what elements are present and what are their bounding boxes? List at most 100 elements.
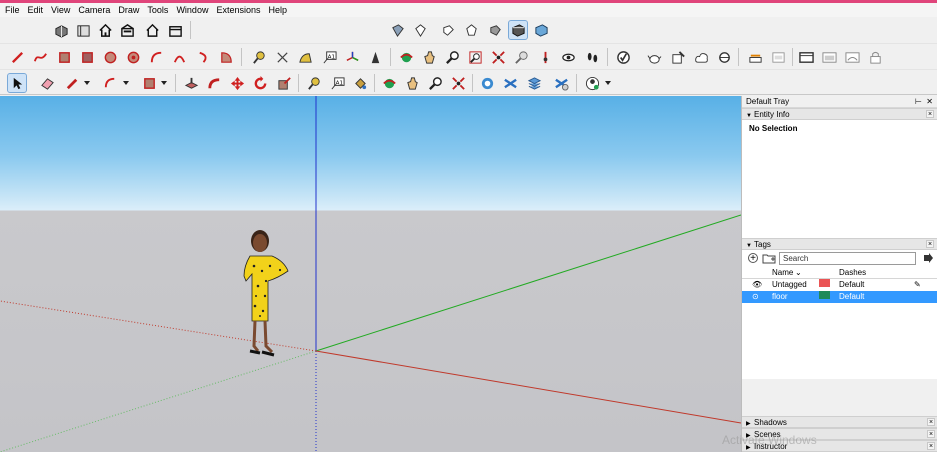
zoom-icon[interactable] [443, 48, 461, 66]
name-column-header[interactable]: Name [772, 266, 793, 279]
visibility-eye-icon[interactable]: 👁 [752, 279, 762, 291]
zoom-window-icon[interactable] [466, 48, 484, 66]
rectangle-dropdown-icon[interactable] [140, 74, 158, 92]
teapot-icon[interactable] [645, 48, 663, 66]
line-icon[interactable] [8, 48, 26, 66]
materials-icon[interactable] [525, 74, 543, 92]
protractor-icon[interactable] [296, 48, 314, 66]
footprints-icon[interactable] [583, 48, 601, 66]
person-figure[interactable] [243, 230, 289, 357]
tag-dashes[interactable]: Default [839, 279, 864, 291]
3d-text-icon[interactable] [366, 48, 384, 66]
details-arrow-icon[interactable] [923, 253, 933, 263]
rotate-icon[interactable] [251, 74, 269, 92]
tags-search-input[interactable]: Search [779, 252, 916, 265]
menu-file[interactable]: File [0, 3, 24, 17]
close-icon[interactable]: × [926, 110, 934, 118]
zoom-extents-icon[interactable] [449, 74, 467, 92]
close-icon[interactable]: × [927, 430, 935, 438]
home-icon[interactable] [96, 21, 114, 39]
lock-icon[interactable] [866, 48, 884, 66]
warehouse-icon[interactable] [478, 74, 496, 92]
menu-help[interactable]: Help [264, 3, 291, 17]
sandbox-icon[interactable] [715, 48, 733, 66]
scale-icon[interactable] [275, 74, 293, 92]
house-outline-icon[interactable] [143, 21, 161, 39]
follow-me-icon[interactable] [205, 74, 223, 92]
window-icon[interactable] [797, 48, 815, 66]
menu-tools[interactable]: Tools [143, 3, 172, 17]
zoom-icon[interactable] [426, 74, 444, 92]
layout-icon[interactable] [820, 48, 838, 66]
orbit-icon[interactable] [397, 48, 415, 66]
account-icon[interactable] [583, 74, 601, 92]
tags-header[interactable]: ▼ Tags × [742, 238, 937, 250]
dashes-column-header[interactable]: Dashes [839, 266, 866, 279]
menu-extensions[interactable]: Extensions [212, 3, 264, 17]
solid-tools-icon[interactable] [669, 48, 687, 66]
orbit-icon[interactable] [380, 74, 398, 92]
freehand-icon[interactable] [31, 48, 49, 66]
tape-measure-icon[interactable] [250, 48, 268, 66]
position-camera-icon[interactable] [512, 48, 530, 66]
add-folder-icon[interactable] [762, 253, 776, 264]
move-icon[interactable] [228, 74, 246, 92]
components-icon[interactable] [501, 74, 519, 92]
warehouse-upload-icon[interactable] [118, 21, 136, 39]
menu-draw[interactable]: Draw [114, 3, 143, 17]
menu-edit[interactable]: Edit [24, 3, 48, 17]
pin-icon[interactable]: ⊢ [915, 97, 922, 106]
model-info-icon[interactable] [614, 48, 632, 66]
menu-camera[interactable]: Camera [74, 3, 114, 17]
dimension-icon[interactable] [273, 48, 291, 66]
menu-view[interactable]: View [47, 3, 74, 17]
iso-view-icon[interactable] [388, 21, 406, 39]
pan-icon[interactable] [403, 74, 421, 92]
pan-icon[interactable] [420, 48, 438, 66]
paint-bucket-icon[interactable] [351, 74, 369, 92]
rectangle-icon[interactable] [55, 48, 73, 66]
pie-icon[interactable] [217, 48, 235, 66]
sort-caret-icon[interactable]: ⌄ [795, 266, 802, 279]
close-icon[interactable]: × [927, 442, 935, 450]
tag-row-floor[interactable]: ⊙ floor Default [742, 291, 937, 303]
three-point-arc-icon[interactable] [194, 48, 212, 66]
styles-icon[interactable] [552, 74, 570, 92]
menu-window[interactable]: Window [172, 3, 212, 17]
pencil-icon[interactable] [63, 74, 81, 92]
arc-dropdown-icon[interactable] [101, 74, 119, 92]
extension-warehouse-icon[interactable] [74, 21, 92, 39]
front-view-icon[interactable] [439, 21, 457, 39]
edit-pencil-icon[interactable]: ✎ [914, 279, 921, 291]
zoom-extents-icon[interactable] [489, 48, 507, 66]
display-section-icon[interactable] [769, 48, 787, 66]
active-tag-icon[interactable]: ⊙ [752, 291, 759, 303]
look-around-icon[interactable] [536, 48, 554, 66]
polygon-icon[interactable] [124, 48, 142, 66]
arc-icon[interactable] [147, 48, 165, 66]
scene-icon[interactable] [843, 48, 861, 66]
close-icon[interactable]: × [927, 418, 935, 426]
tag-color-swatch[interactable] [819, 291, 830, 299]
rotated-rectangle-icon[interactable] [78, 48, 96, 66]
drawing-viewport[interactable] [0, 96, 741, 452]
top-view-icon[interactable] [411, 21, 429, 39]
tag-row-untagged[interactable]: 👁 Untagged Default ✎ [742, 279, 937, 291]
shop-icon[interactable] [166, 21, 184, 39]
push-pull-icon[interactable] [182, 74, 200, 92]
select-icon[interactable] [7, 73, 27, 93]
entity-info-header[interactable]: ▼ Entity Info × [742, 108, 937, 120]
shaded-style-icon[interactable] [508, 20, 528, 40]
close-icon[interactable]: ✕ [926, 97, 933, 106]
axes-icon[interactable] [343, 48, 361, 66]
walk-icon[interactable] [559, 48, 577, 66]
shadows-header[interactable]: ▶ Shadows × [742, 416, 937, 428]
back-view-icon[interactable] [486, 21, 504, 39]
section-plane-icon[interactable] [746, 48, 764, 66]
circle-icon[interactable] [101, 48, 119, 66]
text-icon[interactable]: A1 [320, 48, 338, 66]
text-icon[interactable]: A1 [328, 74, 346, 92]
two-point-arc-icon[interactable] [170, 48, 188, 66]
3d-warehouse-icon[interactable] [52, 21, 70, 39]
add-tag-icon[interactable]: + [748, 253, 758, 264]
